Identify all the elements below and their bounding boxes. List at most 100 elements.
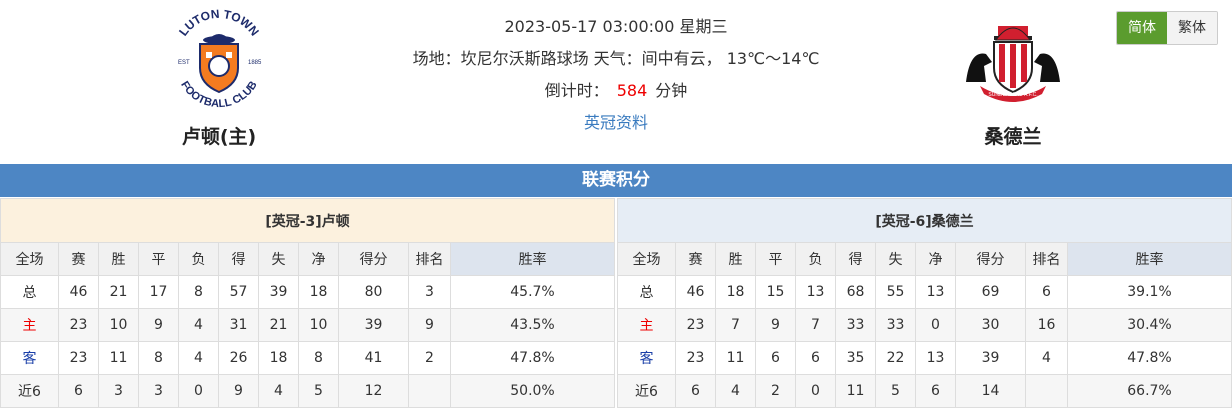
cell: 13: [795, 275, 836, 309]
col-goals-for: 得: [218, 242, 259, 276]
col-win-rate: 胜率: [1067, 242, 1232, 276]
cell: 31: [218, 308, 259, 342]
table-row: 近6 6 4 2 0 11 5 6 14 66.7%: [617, 374, 1232, 408]
table-row: 客 23 11 6 6 35 22 13 39 4 47.8%: [617, 341, 1232, 375]
cell: 46: [58, 275, 99, 309]
cell: 39: [258, 275, 299, 309]
col-drawn: 平: [138, 242, 179, 276]
col-goals-against: 失: [258, 242, 299, 276]
cell: 2: [755, 374, 796, 408]
cell: 46: [675, 275, 716, 309]
col-won: 胜: [715, 242, 756, 276]
league-info-link[interactable]: 英冠资料: [584, 113, 648, 132]
cell: 39: [338, 308, 409, 342]
cell: 39: [955, 341, 1026, 375]
cell: 21: [98, 275, 139, 309]
cell: [1025, 374, 1068, 408]
cell: 10: [298, 308, 339, 342]
col-rank: 排名: [1025, 242, 1068, 276]
cell: 4: [1025, 341, 1068, 375]
cell: 0: [915, 308, 956, 342]
cell: 4: [258, 374, 299, 408]
cell: 18: [298, 275, 339, 309]
cell: 26: [218, 341, 259, 375]
home-team[interactable]: LUTON TOWN FOOTBALL CLUB EST 1885 卢顿(主): [149, 6, 289, 149]
table-row: 总 46 21 17 8 57 39 18 80 3 45.7%: [0, 275, 615, 309]
cell: 15: [755, 275, 796, 309]
home-team-name[interactable]: 卢顿(主): [149, 122, 289, 149]
cell: 13: [915, 275, 956, 309]
col-goal-diff: 净: [915, 242, 956, 276]
cell: 11: [715, 341, 756, 375]
row-label: 客: [0, 341, 59, 375]
cell: 41: [338, 341, 409, 375]
cell: 68: [835, 275, 876, 309]
cell: 7: [715, 308, 756, 342]
logo-est: EST: [178, 60, 190, 66]
away-team[interactable]: SUNDERLAND A.F.C. 桑德兰: [943, 6, 1083, 149]
countdown-unit: 分钟: [655, 81, 688, 100]
cell: 16: [1025, 308, 1068, 342]
cell: 35: [835, 341, 876, 375]
col-won: 胜: [98, 242, 139, 276]
cell: 9: [138, 308, 179, 342]
col-played: 赛: [58, 242, 99, 276]
cell: 23: [675, 308, 716, 342]
traditional-chinese-button[interactable]: 繁体: [1167, 12, 1217, 44]
cell: 4: [715, 374, 756, 408]
logo-year: 1885: [248, 60, 262, 66]
row-label: 总: [617, 275, 676, 309]
away-table-title: [英冠-6]桑德兰: [617, 198, 1232, 243]
cell: 33: [875, 308, 916, 342]
table-row: 近6 6 3 3 0 9 4 5 12 50.0%: [0, 374, 615, 408]
cell: 47.8%: [450, 341, 615, 375]
cell: 18: [715, 275, 756, 309]
cell: 5: [875, 374, 916, 408]
svg-text:LUTON TOWN: LUTON TOWN: [176, 7, 262, 39]
col-win-rate: 胜率: [450, 242, 615, 276]
cell: 10: [98, 308, 139, 342]
cell: 7: [795, 308, 836, 342]
column-header-row: 全场 赛 胜 平 负 得 失 净 得分 排名 胜率: [0, 242, 615, 276]
cell: 6: [795, 341, 836, 375]
col-scope: 全场: [617, 242, 676, 276]
table-row: 客 23 11 8 4 26 18 8 41 2 47.8%: [0, 341, 615, 375]
cell: 11: [835, 374, 876, 408]
cell: 30: [955, 308, 1026, 342]
cell: 21: [258, 308, 299, 342]
cell: [408, 374, 451, 408]
cell: 30.4%: [1067, 308, 1232, 342]
cell: 5: [298, 374, 339, 408]
col-goals-for: 得: [835, 242, 876, 276]
cell: 23: [58, 341, 99, 375]
match-datetime: 2023-05-17 03:00:00 星期三: [504, 17, 728, 36]
cell: 9: [408, 308, 451, 342]
cell: 0: [795, 374, 836, 408]
col-goal-diff: 净: [298, 242, 339, 276]
luton-town-logo: LUTON TOWN FOOTBALL CLUB EST 1885: [176, 7, 262, 110]
cell: 6: [1025, 275, 1068, 309]
countdown: 倒计时： 584 分钟: [360, 78, 872, 110]
simplified-chinese-button[interactable]: 简体: [1117, 12, 1167, 44]
cell: 8: [178, 275, 219, 309]
cell: 33: [835, 308, 876, 342]
cell: 8: [298, 341, 339, 375]
countdown-value: 584: [616, 81, 648, 100]
cell: 4: [178, 341, 219, 375]
col-points: 得分: [955, 242, 1026, 276]
cell: 9: [755, 308, 796, 342]
cell: 6: [58, 374, 99, 408]
table-row: 总 46 18 15 13 68 55 13 69 6 39.1%: [617, 275, 1232, 309]
cell: 57: [218, 275, 259, 309]
col-goals-against: 失: [875, 242, 916, 276]
col-lost: 负: [178, 242, 219, 276]
cell: 66.7%: [1067, 374, 1232, 408]
away-team-name[interactable]: 桑德兰: [943, 122, 1083, 149]
cell: 6: [675, 374, 716, 408]
cell: 13: [915, 341, 956, 375]
col-rank: 排名: [408, 242, 451, 276]
cell: 18: [258, 341, 299, 375]
table-row: 主 23 7 9 7 33 33 0 30 16 30.4%: [617, 308, 1232, 342]
col-lost: 负: [795, 242, 836, 276]
logo-text-top: LUTON TOWN: [176, 7, 262, 39]
